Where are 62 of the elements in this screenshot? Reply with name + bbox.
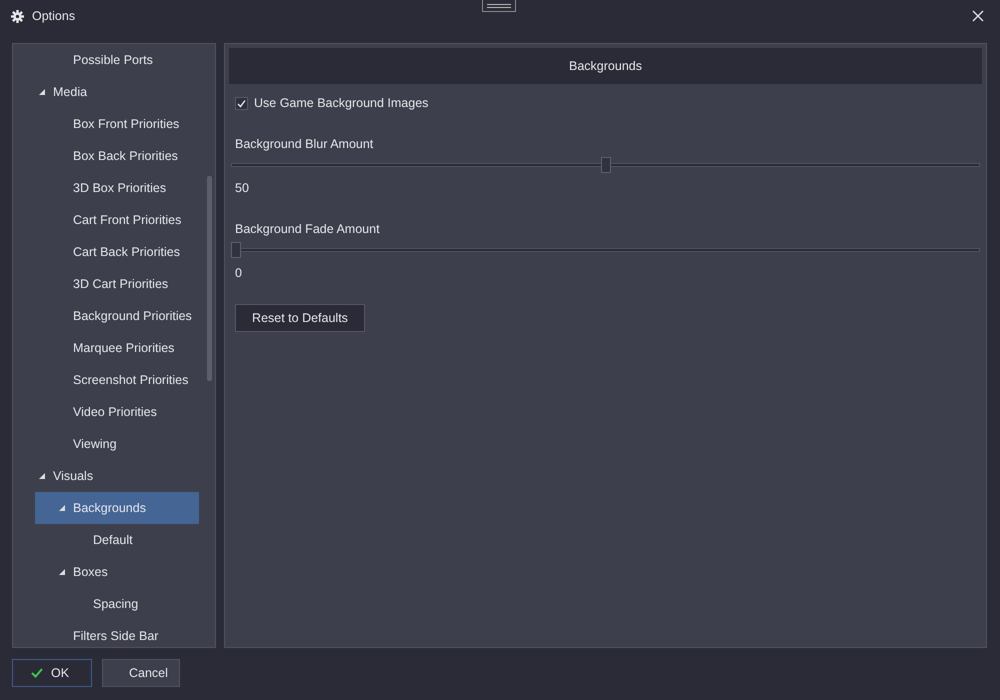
tree-item-label: Box Front Priorities [73, 117, 180, 131]
tree-item[interactable]: Cart Front Priorities [13, 204, 199, 236]
tree-item[interactable]: Screenshot Priorities [13, 364, 199, 396]
window-title: Options [32, 9, 76, 23]
tree-item[interactable]: Possible Ports [13, 44, 199, 76]
tree-item[interactable]: 3D Cart Priorities [13, 268, 199, 300]
tree-item[interactable]: Filters Side Bar [13, 620, 199, 647]
tree-item-label: Cart Front Priorities [73, 213, 182, 227]
ok-button[interactable]: OK [12, 659, 92, 687]
slider-value: 50 [235, 181, 250, 195]
expand-arrow-icon[interactable] [39, 473, 45, 479]
tree-item-label: Cart Back Priorities [73, 245, 180, 259]
tree-item[interactable]: Box Back Priorities [13, 140, 199, 172]
tree-item[interactable]: Video Priorities [13, 396, 199, 428]
tree-item[interactable]: Media [13, 76, 199, 108]
tree-item[interactable]: Default [13, 524, 199, 556]
tree-item[interactable]: Boxes [13, 556, 199, 588]
slider-label: Background Blur Amount [235, 137, 374, 151]
tree-item[interactable]: Box Front Priorities [13, 108, 199, 140]
tree-item-label: Backgrounds [73, 501, 146, 515]
slider-label: Background Fade Amount [235, 222, 381, 236]
slider-thumb[interactable] [600, 157, 610, 173]
close-icon[interactable] [972, 10, 984, 22]
tree-item[interactable]: Visuals [13, 460, 199, 492]
tree-item[interactable]: Background Priorities [13, 300, 199, 332]
slider[interactable] [231, 241, 980, 259]
tree-item-label: Possible Ports [73, 53, 153, 67]
tree-item-label: Filters Side Bar [73, 629, 158, 643]
tree-item-label: Video Priorities [73, 405, 157, 419]
expand-arrow-icon[interactable] [59, 505, 65, 511]
drag-handle-icon[interactable] [482, 0, 516, 12]
reset-button[interactable]: Reset to Defaults [235, 304, 365, 332]
tree-item-label: Default [93, 533, 133, 547]
tree-item[interactable]: Spacing [13, 588, 199, 620]
slider[interactable] [231, 156, 980, 174]
expand-arrow-icon[interactable] [59, 569, 65, 575]
slider-value: 0 [235, 266, 243, 280]
checkbox[interactable] [235, 96, 248, 110]
tree-item-label: Background Priorities [73, 309, 192, 323]
tree-item-label: Visuals [53, 469, 94, 483]
tree-item-label: Box Back Priorities [73, 149, 178, 163]
tree-item-label: Spacing [93, 597, 138, 611]
tree-item-label: Boxes [73, 565, 108, 579]
tree-item-label: Viewing [73, 437, 117, 451]
tree-item[interactable]: Viewing [13, 428, 199, 460]
tree-item-label: Marquee Priorities [73, 341, 174, 355]
checkmark-icon [31, 668, 43, 678]
tree-item-label: 3D Box Priorities [73, 181, 166, 195]
cancel-button[interactable]: Cancel [102, 659, 180, 687]
checkbox-label: Use Game Background Images [254, 96, 428, 110]
tree-item-label: 3D Cart Priorities [73, 277, 168, 291]
slider-thumb[interactable] [231, 242, 241, 258]
tree-item[interactable]: Marquee Priorities [13, 332, 199, 364]
panel-title: Backgrounds [569, 59, 642, 73]
tree-item[interactable]: 3D Box Priorities [13, 172, 199, 204]
tree-item-label: Screenshot Priorities [73, 373, 188, 387]
tree-item[interactable]: Backgrounds [35, 492, 199, 524]
tree-item-label: Media [53, 85, 88, 99]
tree-item[interactable]: Cart Back Priorities [13, 236, 199, 268]
expand-arrow-icon[interactable] [39, 89, 45, 95]
scrollbar-thumb[interactable] [207, 176, 212, 381]
settings-icon [11, 10, 24, 22]
